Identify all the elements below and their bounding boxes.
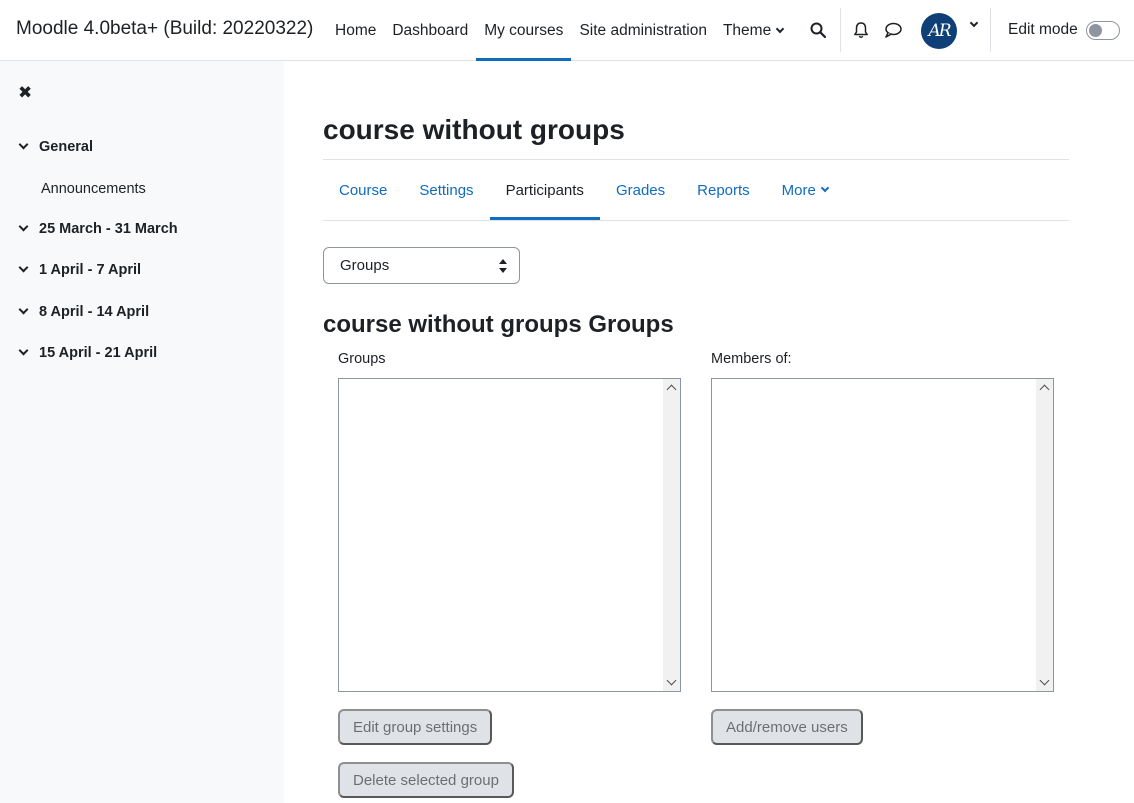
primary-navigation: Home Dashboard My courses Site administr…	[327, 0, 791, 61]
tabs-divider	[323, 220, 1069, 221]
secondary-navigation: Course Settings Participants Grades Repo…	[323, 160, 844, 220]
section-week-3[interactable]: 8 April - 14 April	[18, 304, 150, 320]
groups-heading: course without groups Groups	[323, 311, 674, 338]
avatar-initials: AR	[928, 21, 951, 41]
navbar-divider	[840, 8, 841, 52]
section-title: 25 March - 31 March	[39, 221, 178, 237]
members-listbox[interactable]	[711, 378, 1054, 692]
nav-my-courses[interactable]: My courses	[476, 0, 572, 61]
nav-dashboard[interactable]: Dashboard	[384, 0, 476, 61]
tab-participants[interactable]: Participants	[489, 160, 601, 220]
navbar-divider	[990, 8, 991, 52]
edit-mode-toggle[interactable]	[1086, 21, 1120, 40]
chevron-down-icon[interactable]	[18, 304, 29, 315]
members-scrollbar[interactable]	[1036, 379, 1053, 691]
scroll-up-icon[interactable]	[666, 384, 677, 395]
tab-grades[interactable]: Grades	[600, 160, 681, 220]
section-week-1[interactable]: 25 March - 31 March	[18, 221, 178, 237]
participants-page-select[interactable]: Groups	[323, 247, 520, 284]
tab-more-label: More	[781, 181, 816, 199]
edit-group-settings-button[interactable]: Edit group settings	[338, 709, 493, 745]
groups-label: Groups	[338, 351, 386, 367]
groups-listbox[interactable]	[338, 378, 681, 692]
sort-arrows-icon	[499, 259, 507, 273]
delete-selected-group-button[interactable]: Delete selected group	[338, 762, 514, 798]
toggle-knob	[1089, 24, 1102, 37]
groups-scrollbar[interactable]	[663, 379, 680, 691]
chat-icon[interactable]	[884, 22, 902, 38]
close-icon[interactable]: ✖	[18, 83, 32, 103]
select-value: Groups	[340, 257, 390, 274]
chevron-down-icon[interactable]	[18, 262, 29, 273]
top-navbar: Moodle 4.0beta+ (Build: 20220322) Home D…	[0, 0, 1134, 61]
chevron-down-icon	[820, 183, 830, 193]
bell-icon[interactable]	[852, 21, 870, 39]
nav-site-administration[interactable]: Site administration	[571, 0, 715, 61]
section-title: 8 April - 14 April	[39, 304, 150, 320]
search-icon[interactable]	[810, 22, 826, 38]
chevron-down-icon	[775, 24, 785, 33]
section-general[interactable]: General	[18, 139, 93, 155]
section-title: General	[39, 139, 93, 155]
section-week-2[interactable]: 1 April - 7 April	[18, 262, 142, 278]
scroll-up-icon[interactable]	[1039, 384, 1050, 395]
section-title: 1 April - 7 April	[39, 262, 142, 278]
edit-mode-label: Edit mode	[1008, 21, 1078, 38]
user-menu-chevron-down-icon[interactable]	[969, 18, 979, 28]
activity-announcements[interactable]: Announcements	[41, 181, 146, 197]
tab-course[interactable]: Course	[323, 160, 403, 220]
site-brand[interactable]: Moodle 4.0beta+ (Build: 20220322)	[16, 18, 313, 40]
tab-more-dropdown[interactable]: More	[766, 160, 844, 220]
members-label: Members of:	[711, 351, 792, 367]
page-title: course without groups	[323, 114, 625, 145]
section-week-4[interactable]: 15 April - 21 April	[18, 345, 158, 361]
course-index-drawer: ✖ General Announcements 25 March - 31 Ma…	[0, 61, 284, 803]
nav-theme-dropdown[interactable]: Theme	[715, 0, 791, 61]
chevron-down-icon[interactable]	[18, 139, 29, 150]
avatar[interactable]: AR	[921, 13, 957, 49]
add-remove-users-button[interactable]: Add/remove users	[711, 709, 863, 745]
nav-theme-label: Theme	[722, 21, 772, 39]
scroll-down-icon[interactable]	[1039, 675, 1050, 686]
tab-settings[interactable]: Settings	[403, 160, 489, 220]
section-title: 15 April - 21 April	[39, 345, 158, 361]
tab-reports[interactable]: Reports	[681, 160, 766, 220]
nav-home[interactable]: Home	[327, 0, 384, 61]
chevron-down-icon[interactable]	[18, 221, 29, 232]
chevron-down-icon[interactable]	[18, 345, 29, 356]
scroll-down-icon[interactable]	[666, 675, 677, 686]
